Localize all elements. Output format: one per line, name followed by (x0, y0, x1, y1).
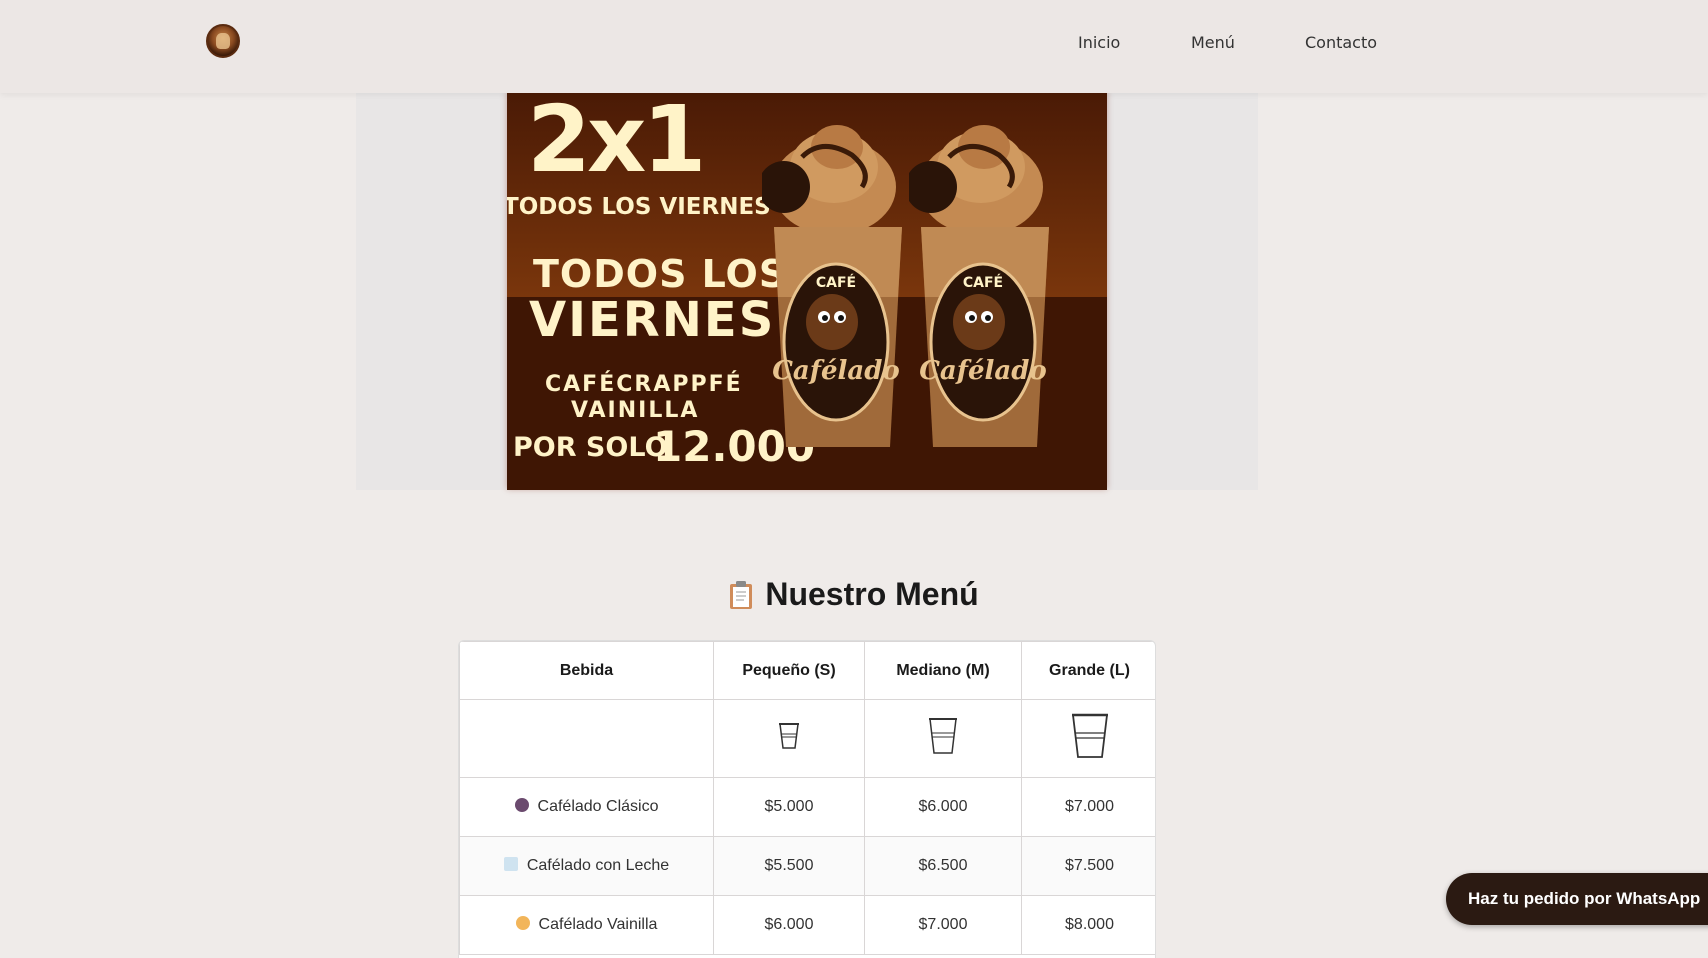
nav-menu[interactable]: Menú (1191, 33, 1235, 52)
site-header: Inicio Menú Contacto (0, 0, 1708, 93)
frappe-cup-image: CAFÉ Cafélado (762, 125, 902, 447)
frappe-cup-image: CAFÉ Cafélado (909, 125, 1049, 447)
svg-text:CAFÉ: CAFÉ (963, 274, 1003, 291)
promo-product1: CAFÉCRAPPFÉ (545, 372, 743, 397)
cafelado-logo[interactable] (206, 24, 240, 58)
promo-line2: VIERNES (529, 292, 776, 348)
clipboard-icon (729, 580, 753, 610)
header-grande: Grande (L) (1021, 641, 1155, 700)
ice-cream-icon (515, 916, 530, 930)
nav-inicio[interactable]: Inicio (1078, 33, 1120, 52)
whatsapp-order-button[interactable]: Haz tu pedido por WhatsApp (1446, 873, 1708, 925)
cup-medium-icon (864, 699, 1022, 778)
header-mediano: Mediano (M) (864, 641, 1022, 700)
cup-small-icon (713, 699, 865, 778)
menu-title-text: Nuestro Menú (765, 576, 979, 612)
header-bebida: Bebida (459, 641, 714, 700)
header-pequeno: Pequeño (S) (713, 641, 865, 700)
glass-milk-icon (503, 857, 518, 871)
menu-heading: Nuestro Menú (0, 576, 1708, 613)
svg-text:Cafélado: Cafélado (919, 356, 1047, 386)
promo-line1: TODOS LOS (533, 252, 788, 296)
table-row: Cafélado Clásico $5.000 $6.000 $7.000 (459, 777, 1155, 837)
svg-text:CAFÉ: CAFÉ (816, 274, 856, 291)
table-row: Cafélado con Leche $5.500 $6.500 $7.500 (459, 836, 1155, 896)
promo-product2: VAINILLA (571, 398, 700, 423)
coffee-bean-icon (514, 798, 529, 812)
table-row: Cafélado Vainilla $6.000 $7.000 $8.000 (459, 895, 1155, 955)
promo-big-text: 2x1 (527, 92, 706, 193)
cup-large-icon (1021, 699, 1155, 778)
promo-price-prefix: POR SOLO (513, 432, 668, 463)
promo-small-text: TODOS LOS VIERNES (507, 194, 771, 220)
nav-contacto[interactable]: Contacto (1305, 33, 1377, 52)
svg-text:Cafélado: Cafélado (772, 356, 900, 386)
promo-banner: 2x1 TODOS LOS VIERNES TODOS LOS VIERNES … (507, 92, 1107, 490)
menu-table: Bebida Pequeño (S) Mediano (M) Grande (L… (458, 640, 1156, 958)
